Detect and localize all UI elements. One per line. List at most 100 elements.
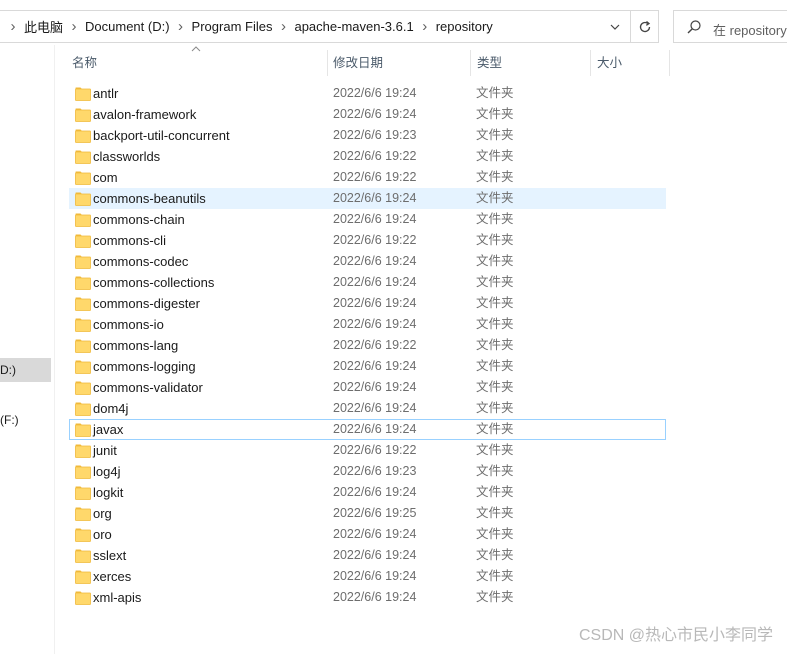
file-row[interactable]: commons-codec 2022/6/6 19:24 文件夹: [69, 251, 666, 272]
folder-icon: [75, 423, 91, 437]
refresh-button[interactable]: [630, 11, 659, 42]
file-name: xml-apis: [93, 590, 142, 605]
file-modified-date: 2022/6/6 19:24: [333, 212, 417, 226]
chevron-right-icon[interactable]: ›: [172, 11, 190, 42]
file-name: avalon-framework: [93, 107, 197, 122]
folder-icon: [75, 234, 91, 248]
file-modified-date: 2022/6/6 19:24: [333, 86, 417, 100]
file-row[interactable]: commons-logging 2022/6/6 19:24 文件夹: [69, 356, 666, 377]
file-type: 文件夹: [476, 548, 514, 562]
file-type: 文件夹: [476, 296, 514, 310]
file-row[interactable]: junit 2022/6/6 19:22 文件夹: [69, 440, 666, 461]
file-name: dom4j: [93, 401, 129, 416]
file-type: 文件夹: [476, 401, 514, 415]
file-row[interactable]: xml-apis 2022/6/6 19:24 文件夹: [69, 587, 666, 608]
sort-ascending-icon: [191, 46, 201, 52]
nav-item-drive-d[interactable]: D:): [0, 358, 51, 382]
file-name: commons-lang: [93, 338, 179, 353]
chevron-right-icon[interactable]: ›: [274, 11, 292, 42]
file-modified-date: 2022/6/6 19:24: [333, 569, 417, 583]
folder-icon: [75, 87, 91, 101]
breadcrumb-item-repository[interactable]: repository: [434, 19, 495, 34]
column-header-name[interactable]: 名称: [72, 50, 97, 76]
folder-icon: [75, 276, 91, 290]
file-row[interactable]: logkit 2022/6/6 19:24 文件夹: [69, 482, 666, 503]
file-name: commons-digester: [93, 296, 200, 311]
chevron-right-icon[interactable]: ›: [65, 11, 83, 42]
column-divider[interactable]: [327, 50, 328, 76]
folder-icon: [75, 528, 91, 542]
breadcrumb-item-drive-d[interactable]: Document (D:): [83, 19, 172, 34]
file-row[interactable]: com 2022/6/6 19:22 文件夹: [69, 167, 666, 188]
file-row[interactable]: org 2022/6/6 19:25 文件夹: [69, 503, 666, 524]
file-row[interactable]: classworlds 2022/6/6 19:22 文件夹: [69, 146, 666, 167]
file-type: 文件夹: [476, 380, 514, 394]
column-divider[interactable]: [590, 50, 591, 76]
folder-icon: [75, 465, 91, 479]
file-row[interactable]: oro 2022/6/6 19:24 文件夹: [69, 524, 666, 545]
file-name: com: [93, 170, 118, 185]
address-history-button[interactable]: [600, 11, 630, 42]
column-divider[interactable]: [470, 50, 471, 76]
file-name: org: [93, 506, 112, 521]
file-type: 文件夹: [476, 569, 514, 583]
folder-icon: [75, 150, 91, 164]
file-modified-date: 2022/6/6 19:24: [333, 380, 417, 394]
folder-icon: [75, 570, 91, 584]
address-bar[interactable]: › 此电脑 › Document (D:) › Program Files › …: [0, 10, 659, 43]
column-header-type[interactable]: 类型: [477, 50, 502, 76]
file-row[interactable]: commons-collections 2022/6/6 19:24 文件夹: [69, 272, 666, 293]
nav-item-drive-f[interactable]: (F:): [0, 408, 51, 432]
breadcrumb-item-maven[interactable]: apache-maven-3.6.1: [292, 19, 415, 34]
file-modified-date: 2022/6/6 19:24: [333, 191, 417, 205]
file-type: 文件夹: [476, 527, 514, 541]
file-row[interactable]: commons-lang 2022/6/6 19:22 文件夹: [69, 335, 666, 356]
file-type: 文件夹: [476, 443, 514, 457]
file-row[interactable]: sslext 2022/6/6 19:24 文件夹: [69, 545, 666, 566]
file-row[interactable]: dom4j 2022/6/6 19:24 文件夹: [69, 398, 666, 419]
file-name: antlr: [93, 86, 119, 101]
file-type: 文件夹: [476, 422, 514, 436]
file-row[interactable]: xerces 2022/6/6 19:24 文件夹: [69, 566, 666, 587]
file-name: sslext: [93, 548, 127, 563]
file-type: 文件夹: [476, 149, 514, 163]
pane-divider[interactable]: [54, 45, 55, 654]
file-row[interactable]: commons-cli 2022/6/6 19:22 文件夹: [69, 230, 666, 251]
column-header-date[interactable]: 修改日期: [333, 50, 383, 76]
breadcrumb-item-program-files[interactable]: Program Files: [190, 19, 275, 34]
folder-icon: [75, 171, 91, 185]
file-name: javax: [93, 422, 124, 437]
file-type: 文件夹: [476, 86, 514, 100]
file-row[interactable]: commons-io 2022/6/6 19:24 文件夹: [69, 314, 666, 335]
search-icon: [687, 20, 701, 34]
breadcrumb-item-this-pc[interactable]: 此电脑: [22, 17, 65, 36]
file-modified-date: 2022/6/6 19:22: [333, 233, 417, 247]
file-name: commons-cli: [93, 233, 166, 248]
breadcrumb: › 此电脑 › Document (D:) › Program Files › …: [4, 11, 495, 42]
file-row[interactable]: commons-digester 2022/6/6 19:24 文件夹: [69, 293, 666, 314]
file-type: 文件夹: [476, 338, 514, 352]
file-row[interactable]: javax 2022/6/6 19:24 文件夹: [69, 419, 666, 440]
search-input[interactable]: 在 repository: [673, 10, 787, 43]
file-type: 文件夹: [476, 191, 514, 205]
file-modified-date: 2022/6/6 19:24: [333, 275, 417, 289]
file-name: logkit: [93, 485, 124, 500]
watermark: CSDN @热心市民小李同学: [578, 627, 773, 644]
file-row[interactable]: avalon-framework 2022/6/6 19:24 文件夹: [69, 104, 666, 125]
file-row[interactable]: antlr 2022/6/6 19:24 文件夹: [69, 83, 666, 104]
file-row[interactable]: commons-beanutils 2022/6/6 19:24 文件夹: [69, 188, 666, 209]
file-type: 文件夹: [476, 485, 514, 499]
chevron-right-icon[interactable]: ›: [4, 11, 22, 42]
file-row[interactable]: commons-chain 2022/6/6 19:24 文件夹: [69, 209, 666, 230]
chevron-right-icon[interactable]: ›: [416, 11, 434, 42]
folder-icon: [75, 444, 91, 458]
file-row[interactable]: backport-util-concurrent 2022/6/6 19:23 文件…: [69, 125, 666, 146]
file-name: classworlds: [93, 149, 161, 164]
file-modified-date: 2022/6/6 19:23: [333, 128, 417, 142]
file-type: 文件夹: [476, 359, 514, 373]
file-row[interactable]: commons-validator 2022/6/6 19:24 文件夹: [69, 377, 666, 398]
column-divider[interactable]: [669, 50, 670, 76]
column-header-size[interactable]: 大小: [597, 50, 622, 76]
file-name: commons-io: [93, 317, 164, 332]
file-row[interactable]: log4j 2022/6/6 19:23 文件夹: [69, 461, 666, 482]
